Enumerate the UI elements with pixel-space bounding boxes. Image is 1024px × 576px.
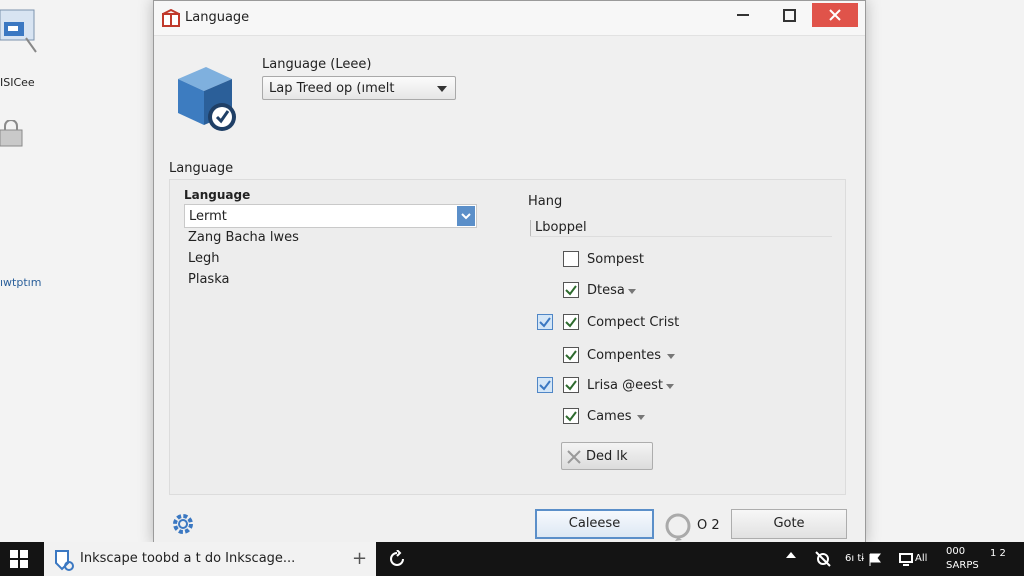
minimize-icon <box>737 14 749 16</box>
chevron-down-icon <box>437 86 447 92</box>
desktop-lock-icon[interactable] <box>0 119 26 152</box>
checkbox-blue-compect[interactable] <box>537 314 553 330</box>
checkbox-compect-crist[interactable] <box>563 314 579 330</box>
title-bar[interactable]: Language <box>154 1 865 36</box>
right-header: Hang <box>528 194 563 209</box>
checkmark-icon <box>565 411 577 422</box>
option-label: Lrisa @eest <box>587 378 663 393</box>
language-combo-value: Lermt <box>189 209 227 224</box>
language-dialog: Language Language (Leee) Lap Treed op (ı… <box>153 0 866 544</box>
option-label: Compect Crist <box>587 315 680 330</box>
desktop-icon-label: ISICee <box>0 76 35 89</box>
taskbar-item-inkscape[interactable]: Inkscape toobd a t do Inkscage... + <box>44 542 376 576</box>
chevron-up-icon[interactable] <box>786 552 796 558</box>
checkmark-icon <box>565 317 577 328</box>
list-item[interactable]: Legh <box>188 251 220 266</box>
divider <box>530 236 832 237</box>
plus-icon[interactable]: + <box>352 548 367 569</box>
list-item[interactable]: Plaska <box>188 272 229 287</box>
checkmark-icon <box>539 317 551 328</box>
taskbar: Inkscape toobd a t do Inkscage... + 6ı t… <box>0 542 1024 576</box>
list-item[interactable]: Zang Bacha lwes <box>188 230 299 245</box>
checkmark-icon <box>565 350 577 361</box>
language-combo[interactable]: Lermt <box>184 204 477 228</box>
flag-icon[interactable] <box>868 553 882 571</box>
window-title: Language <box>185 10 250 25</box>
network-icon[interactable] <box>814 550 832 572</box>
language-group: Language Lermt Zang Bacha lwes Legh Plas… <box>169 179 846 495</box>
notification-icon[interactable]: 1 2 <box>990 548 1006 559</box>
desktop-link-label[interactable]: ıwtptım <box>0 276 41 289</box>
inkscape-icon <box>52 549 74 575</box>
app-icon <box>162 8 180 31</box>
tray-label: All <box>915 553 928 564</box>
gote-button[interactable]: Gote <box>731 509 847 539</box>
language-select[interactable]: Lap Treed op (ımelt <box>262 76 456 100</box>
chevron-down-icon <box>461 213 471 220</box>
chevron-down-icon[interactable] <box>666 384 674 389</box>
checkmark-icon <box>565 285 577 296</box>
refresh-icon[interactable] <box>663 511 693 545</box>
option-label: Cames <box>587 409 632 424</box>
close-button[interactable] <box>812 3 858 27</box>
checkbox-sompest[interactable] <box>563 251 579 267</box>
package-icon <box>172 61 244 137</box>
checkbox-blue-lrisa[interactable] <box>537 377 553 393</box>
tools-icon <box>566 449 582 469</box>
option-label: Dtesa <box>587 283 625 298</box>
clock-time[interactable]: 000 <box>946 546 965 557</box>
right-subheader: Lboppel <box>535 220 587 235</box>
ded-button[interactable]: Ded lk <box>561 442 653 470</box>
maximize-icon <box>782 8 796 22</box>
tray-label: 6ı tɨ <box>845 553 865 564</box>
close-icon <box>829 9 841 21</box>
chevron-down-icon[interactable] <box>667 354 675 359</box>
left-header: Language <box>184 188 251 202</box>
maximize-button[interactable] <box>766 3 812 27</box>
checkbox-cames[interactable] <box>563 408 579 424</box>
language-select-value: Lap Treed op (ımelt <box>269 81 395 96</box>
checkbox-compentes[interactable] <box>563 347 579 363</box>
chevron-down-icon[interactable] <box>637 415 645 420</box>
refresh-icon[interactable] <box>388 549 406 572</box>
divider <box>530 220 531 236</box>
minimize-button[interactable] <box>720 3 766 27</box>
spinner-text: O 2 <box>697 518 720 533</box>
taskbar-item-label: Inkscape toobd a t do Inkscage... <box>80 551 296 566</box>
section-label: Language <box>169 161 234 176</box>
checkmark-icon <box>539 380 551 391</box>
checkbox-dtesa[interactable] <box>563 282 579 298</box>
checkmark-icon <box>565 380 577 391</box>
checkbox-lrisa-eest[interactable] <box>563 377 579 393</box>
windows-start-icon[interactable] <box>10 550 28 572</box>
combo-dropdown-button[interactable] <box>457 206 475 226</box>
option-label: Compentes <box>587 348 662 363</box>
desktop-computer-icon[interactable] <box>0 4 40 58</box>
display-icon[interactable] <box>899 552 913 570</box>
chevron-down-icon[interactable] <box>628 289 636 294</box>
gear-icon[interactable] <box>171 512 195 540</box>
language-label: Language (Leee) <box>262 57 372 72</box>
clock-date[interactable]: SARPS <box>946 560 979 571</box>
ded-button-label: Ded lk <box>586 449 628 464</box>
option-label: Sompest <box>587 252 644 267</box>
caleese-button[interactable]: Caleese <box>535 509 654 539</box>
